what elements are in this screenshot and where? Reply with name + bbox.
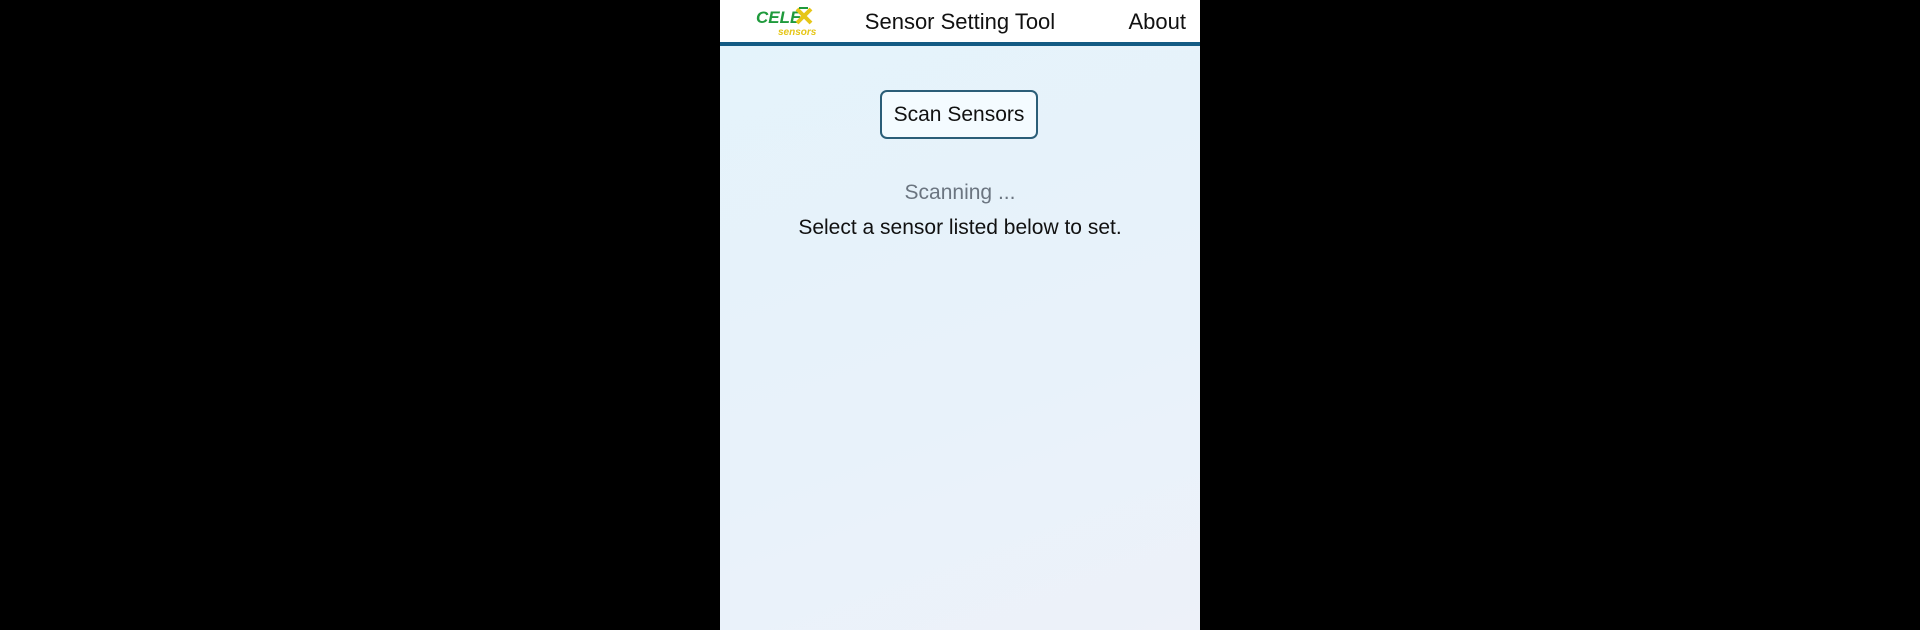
instruction-text: Select a sensor listed below to set. bbox=[798, 216, 1122, 239]
scan-sensors-button[interactable]: Scan Sensors bbox=[880, 90, 1038, 139]
sensor-list bbox=[720, 250, 1200, 630]
about-link[interactable]: About bbox=[1129, 9, 1187, 35]
scanning-status: Scanning ... bbox=[904, 181, 1016, 204]
app-screen: CELE sensors Sensor Setting Tool About S… bbox=[720, 0, 1200, 630]
app-header: CELE sensors Sensor Setting Tool About bbox=[720, 0, 1200, 46]
